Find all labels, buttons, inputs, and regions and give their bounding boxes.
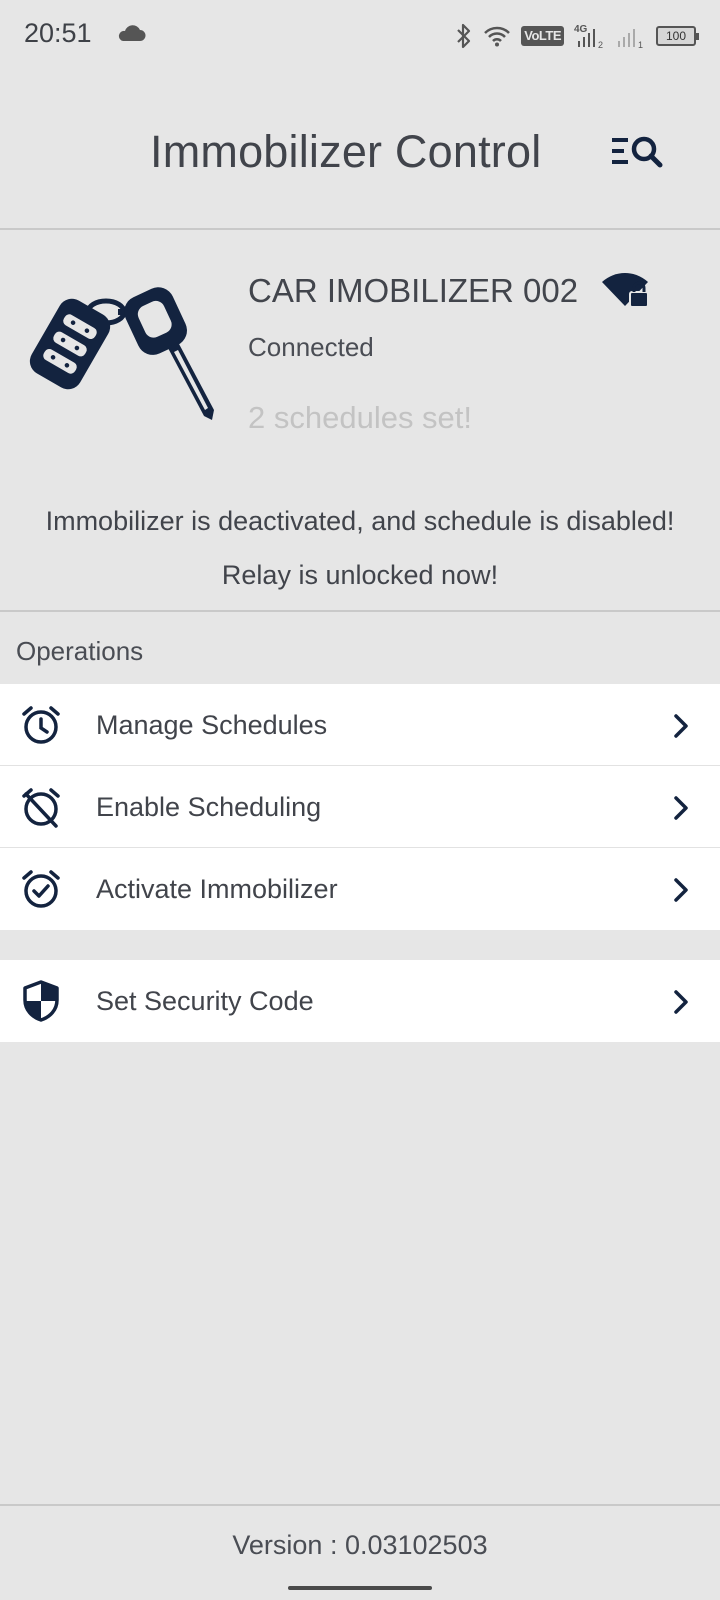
chevron-right-icon	[674, 878, 688, 902]
alarm-check-icon	[22, 870, 60, 908]
app-header: Immobilizer Control	[0, 72, 720, 230]
schedule-count: 2 schedules set!	[248, 400, 473, 435]
status-time: 20:51	[24, 18, 92, 48]
enable-scheduling-label: Enable Scheduling	[96, 792, 322, 822]
svg-text:2: 2	[598, 40, 603, 49]
svg-text:1: 1	[638, 40, 643, 49]
chevron-right-icon	[674, 796, 688, 820]
set-security-code-label: Set Security Code	[96, 986, 314, 1016]
signal-icon: 1	[618, 29, 643, 49]
alarm-off-icon	[22, 788, 60, 828]
device-card: CAR IMOBILIZER 002 Connected 2 schedules…	[0, 232, 720, 612]
volte-badge: VoLTE	[521, 26, 564, 46]
cloud-icon	[118, 25, 146, 41]
wifi-lock-icon	[602, 273, 649, 308]
set-security-code-item[interactable]: Set Security Code	[0, 960, 720, 1042]
shield-icon	[23, 980, 59, 1022]
svg-text:4G: 4G	[574, 24, 588, 35]
status-bar: 20:51 VoLTE 4G 2 1 100	[0, 0, 720, 72]
device-name: CAR IMOBILIZER 002	[248, 272, 579, 309]
activate-immobilizer-label: Activate Immobilizer	[96, 874, 338, 904]
enable-scheduling-item[interactable]: Enable Scheduling	[0, 766, 720, 848]
chevron-right-icon	[674, 990, 688, 1014]
security-menu: Set Security Code	[0, 960, 720, 1042]
activate-immobilizer-item[interactable]: Activate Immobilizer	[0, 848, 720, 930]
manage-schedules-label: Manage Schedules	[96, 710, 328, 740]
relay-status-message: Relay is unlocked now!	[221, 560, 499, 590]
connection-status: Connected	[248, 332, 374, 362]
search-list-icon[interactable]	[608, 130, 668, 174]
manage-schedules-item[interactable]: Manage Schedules	[0, 684, 720, 766]
screen: 20:51 VoLTE 4G 2 1 100 Immobilizer Contr…	[0, 0, 720, 1600]
page-title: Immobilizer Control	[150, 126, 542, 177]
chevron-right-icon	[674, 714, 688, 738]
battery-icon: 100	[656, 26, 699, 46]
bluetooth-icon	[457, 23, 471, 49]
status-icons: VoLTE 4G 2 1 100	[455, 20, 699, 52]
alarm-clock-icon	[22, 706, 60, 744]
immobilizer-status-message: Immobilizer is deactivated, and schedule…	[45, 506, 675, 536]
wifi-icon	[484, 26, 511, 47]
footer: Version : 0.03102503	[0, 1504, 720, 1600]
signal-4g-icon: 4G 2	[574, 24, 603, 49]
car-keys-icon	[29, 287, 214, 420]
operations-menu: Manage Schedules Enable Scheduling Activ…	[0, 684, 720, 930]
version-text: Version : 0.03102503	[232, 1530, 488, 1560]
home-indicator[interactable]	[288, 1586, 432, 1590]
operations-section-label: Operations	[16, 636, 144, 666]
